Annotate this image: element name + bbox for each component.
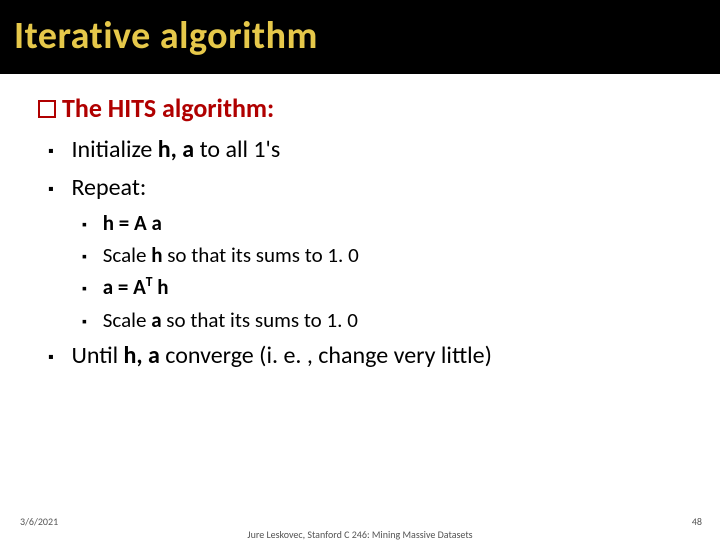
heading-text: The HITS algorithm: [62, 92, 274, 124]
text-bold: h, a [158, 135, 194, 164]
list-item: Until h, a converge (i. e. , change very… [66, 340, 692, 372]
checkbox-icon [38, 100, 56, 118]
list-item: a = AT h [98, 273, 692, 301]
footer-date: 3/6/2021 [20, 515, 58, 528]
slide: Iterative algorithm The HITS algorithm: … [0, 0, 720, 540]
text-superscript: T [146, 273, 153, 290]
list-item: h = A a [98, 209, 692, 237]
text: Scale [103, 242, 151, 268]
text: so that its sums to 1. 0 [162, 307, 358, 333]
slide-title: Iterative algorithm [14, 13, 318, 59]
bullet-list: Initialize h, a to all 1's Repeat: h = A… [38, 134, 692, 373]
text: Scale [103, 307, 151, 333]
footer-page-number: 48 [692, 515, 702, 528]
slide-content: The HITS algorithm: Initialize h, a to a… [0, 74, 720, 373]
text: Repeat: [71, 173, 146, 202]
text-bold: h [151, 242, 162, 268]
content-heading: The HITS algorithm: [38, 92, 692, 124]
list-item: Repeat: h = A a Scale h so that its sums… [66, 172, 692, 334]
text-bold: h [153, 274, 169, 300]
list-item: Scale h so that its sums to 1. 0 [98, 241, 692, 269]
text: converge (i. e. , change very little) [160, 341, 492, 370]
sub-bullet-list: h = A a Scale h so that its sums to 1. 0… [66, 209, 692, 334]
footer-center: Jure Leskovec, Stanford C 246: Mining Ma… [0, 528, 720, 540]
text-bold: a = A [103, 274, 146, 300]
list-item: Initialize h, a to all 1's [66, 134, 692, 166]
text: Until [71, 341, 123, 370]
text-bold: a [151, 307, 161, 333]
title-band: Iterative algorithm [0, 0, 720, 74]
text: Initialize [71, 135, 157, 164]
text-bold: h, a [124, 341, 160, 370]
list-item: Scale a so that its sums to 1. 0 [98, 306, 692, 334]
text-bold: h = A a [103, 210, 162, 236]
text: to all 1's [194, 135, 280, 164]
text: so that its sums to 1. 0 [162, 242, 358, 268]
